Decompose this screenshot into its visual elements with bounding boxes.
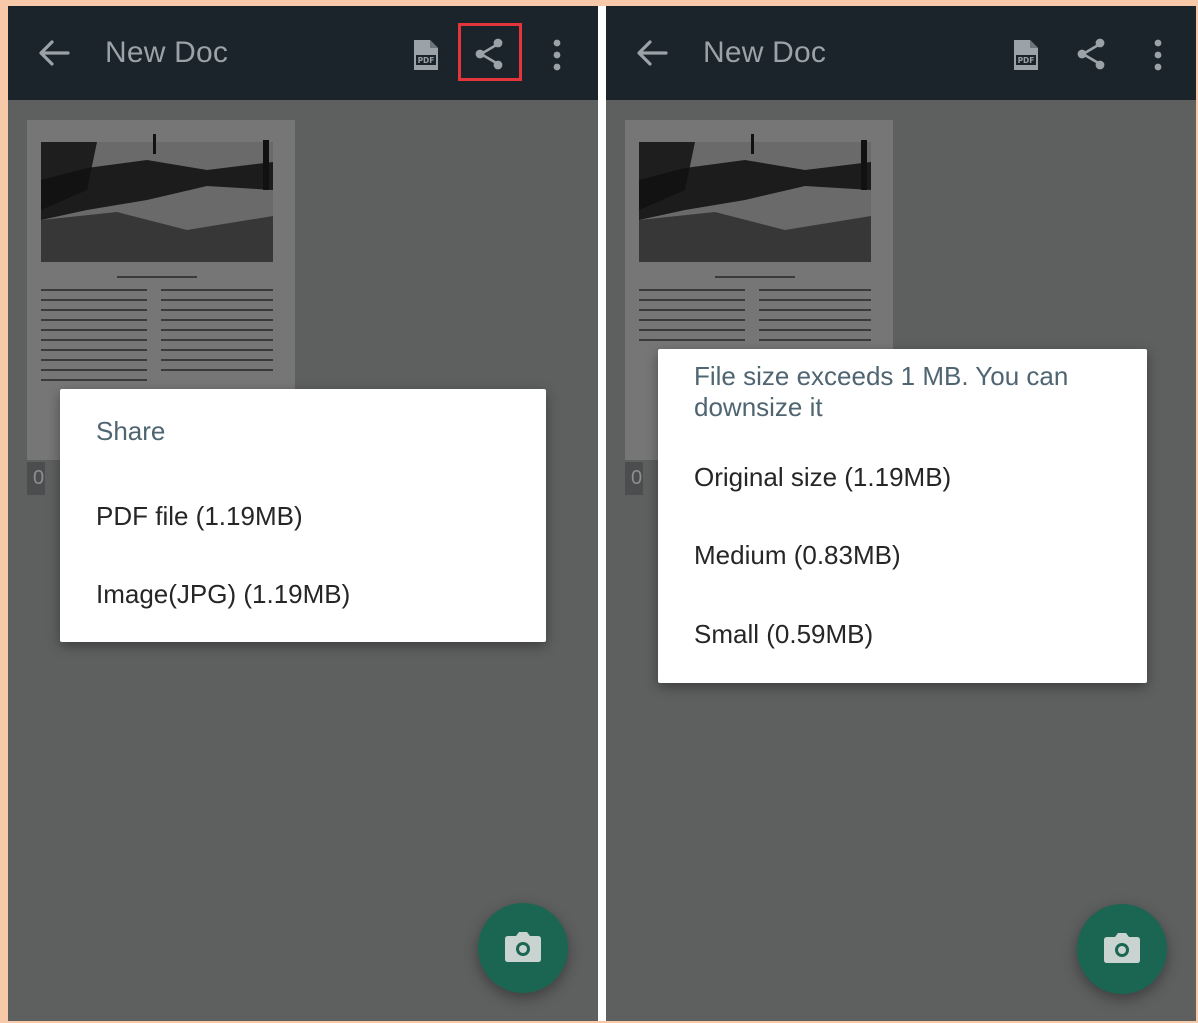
pdf-file-icon[interactable]: PDF xyxy=(412,38,440,72)
medium-size-option[interactable]: Medium (0.83MB) xyxy=(694,540,901,571)
svg-text:PDF: PDF xyxy=(418,56,435,65)
svg-text:PDF: PDF xyxy=(1018,56,1035,65)
share-icon[interactable] xyxy=(1072,34,1112,74)
camera-button[interactable] xyxy=(1077,904,1167,994)
app-bar: New Doc PDF xyxy=(606,6,1196,100)
camera-icon xyxy=(505,932,541,962)
more-vert-icon[interactable] xyxy=(546,38,568,72)
page-number-label: 01 xyxy=(625,462,643,495)
screen-divider xyxy=(598,6,606,1023)
page-title: New Doc xyxy=(105,36,229,69)
page-number-label: 01 xyxy=(27,462,45,495)
share-image-option[interactable]: Image(JPG) (1.19MB) xyxy=(96,579,350,610)
small-size-option[interactable]: Small (0.59MB) xyxy=(694,619,873,650)
share-dialog: Share PDF file (1.19MB) Image(JPG) (1.19… xyxy=(60,389,546,642)
camera-icon xyxy=(1104,933,1140,963)
dialog-title: Share xyxy=(96,416,166,446)
pdf-file-icon[interactable]: PDF xyxy=(1012,38,1040,72)
original-size-option[interactable]: Original size (1.19MB) xyxy=(694,462,951,493)
page-title: New Doc xyxy=(703,36,827,69)
downsize-dialog: File size exceeds 1 MB. You can downsize… xyxy=(658,349,1147,683)
right-screen: New Doc PDF 0 File size exceeds 1 MB. Yo… xyxy=(606,6,1196,1021)
camera-button[interactable] xyxy=(478,903,568,993)
share-pdf-option[interactable]: PDF file (1.19MB) xyxy=(96,501,303,532)
more-vert-icon[interactable] xyxy=(1147,38,1169,72)
arrow-left-icon[interactable] xyxy=(38,39,70,67)
share-button-highlight xyxy=(458,23,522,81)
arrow-left-icon[interactable] xyxy=(636,39,668,67)
dialog-title: File size exceeds 1 MB. You can downsize… xyxy=(694,361,1069,422)
left-screen: New Doc PDF 0 Share PDF file (1.19MB) Im… xyxy=(8,6,598,1021)
app-bar: New Doc PDF xyxy=(8,6,598,100)
